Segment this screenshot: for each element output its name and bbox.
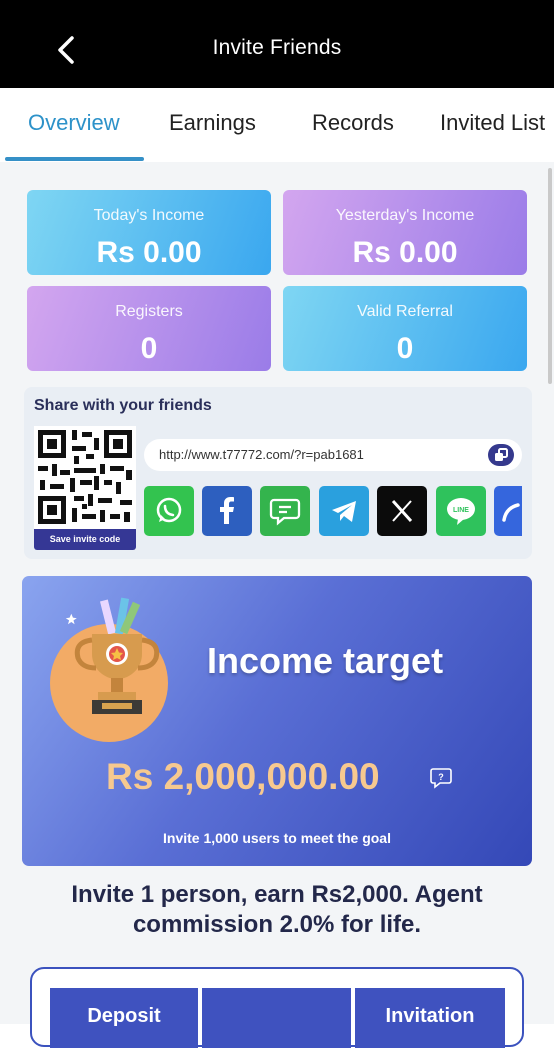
tab-overview[interactable]: Overview: [28, 110, 120, 136]
sms-icon: [269, 498, 301, 526]
invite-link-field[interactable]: http://www.t77772.com/?r=pab1681: [144, 439, 522, 471]
more-share-button[interactable]: [494, 486, 522, 536]
copy-icon: [495, 448, 508, 461]
invite-reward-text: Invite 1 person, earn Rs2,000. Agent com…: [71, 881, 483, 938]
social-share-row: LINE: [144, 486, 522, 536]
today-income-value: Rs 0.00: [96, 236, 202, 269]
svg-text:LINE: LINE: [453, 507, 469, 514]
share-title: Share with your friends: [34, 397, 212, 414]
facebook-share-button[interactable]: [202, 486, 252, 536]
app-header: Invite Friends: [0, 12, 554, 88]
x-icon: [391, 499, 413, 523]
sms-share-button[interactable]: [260, 486, 310, 536]
income-target-title: Income target: [207, 640, 444, 681]
telegram-icon: [332, 501, 356, 522]
valid-referral-card: Valid Referral 0: [283, 286, 527, 371]
registers-value: 0: [140, 332, 158, 365]
scrollbar[interactable]: [548, 168, 552, 384]
more-share-icon: [502, 503, 520, 522]
bottom-tab-box: Deposit Invitation: [30, 967, 524, 1048]
yesterday-income-label: Yesterday's Income: [335, 207, 475, 224]
middle-tab-button[interactable]: [202, 988, 351, 1048]
tab-earnings[interactable]: Earnings: [169, 110, 256, 136]
tab-invited-list[interactable]: Invited List: [440, 110, 545, 136]
share-panel: Share with your friends Save invite code: [24, 387, 532, 559]
yesterday-income-value: Rs 0.00: [352, 236, 458, 269]
registers-card: Registers 0: [27, 286, 271, 371]
whatsapp-share-button[interactable]: [144, 486, 194, 536]
income-target-card: Income target Rs 2,000,000.00 ? Invite 1…: [22, 576, 532, 866]
line-share-button[interactable]: LINE: [436, 486, 486, 536]
deposit-tab-button[interactable]: Deposit: [50, 988, 198, 1048]
today-income-card: Today's Income Rs 0.00: [27, 190, 271, 275]
telegram-share-button[interactable]: [319, 486, 369, 536]
registers-label: Registers: [115, 303, 183, 320]
help-bubble-icon[interactable]: ?: [429, 767, 453, 789]
income-target-amount: Rs 2,000,000.00: [106, 756, 380, 797]
yesterday-income-card: Yesterday's Income Rs 0.00: [283, 190, 527, 275]
tab-bar: Overview Earnings Records Invited List: [0, 88, 554, 162]
svg-text:?: ?: [438, 772, 444, 782]
qr-code[interactable]: Save invite code: [34, 426, 136, 550]
facebook-icon: [220, 497, 234, 524]
valid-referral-value: 0: [396, 332, 414, 365]
qr-code-icon: [34, 426, 136, 528]
today-income-label: Today's Income: [93, 207, 205, 224]
whatsapp-icon: [156, 497, 182, 523]
active-tab-indicator: [5, 157, 144, 161]
save-invite-code-button[interactable]: Save invite code: [34, 529, 136, 550]
income-target-subtitle: Invite 1,000 users to meet the goal: [163, 830, 391, 846]
x-share-button[interactable]: [377, 486, 427, 536]
status-bar: [0, 0, 554, 12]
invite-link-text: http://www.t77772.com/?r=pab1681: [159, 447, 364, 462]
copy-link-button[interactable]: [488, 444, 514, 466]
trophy-icon: [65, 597, 160, 714]
valid-referral-label: Valid Referral: [357, 303, 453, 320]
invitation-tab-button[interactable]: Invitation: [355, 988, 505, 1048]
tab-records[interactable]: Records: [312, 110, 394, 136]
page-title: Invite Friends: [212, 36, 342, 59]
line-icon: LINE: [447, 498, 475, 525]
